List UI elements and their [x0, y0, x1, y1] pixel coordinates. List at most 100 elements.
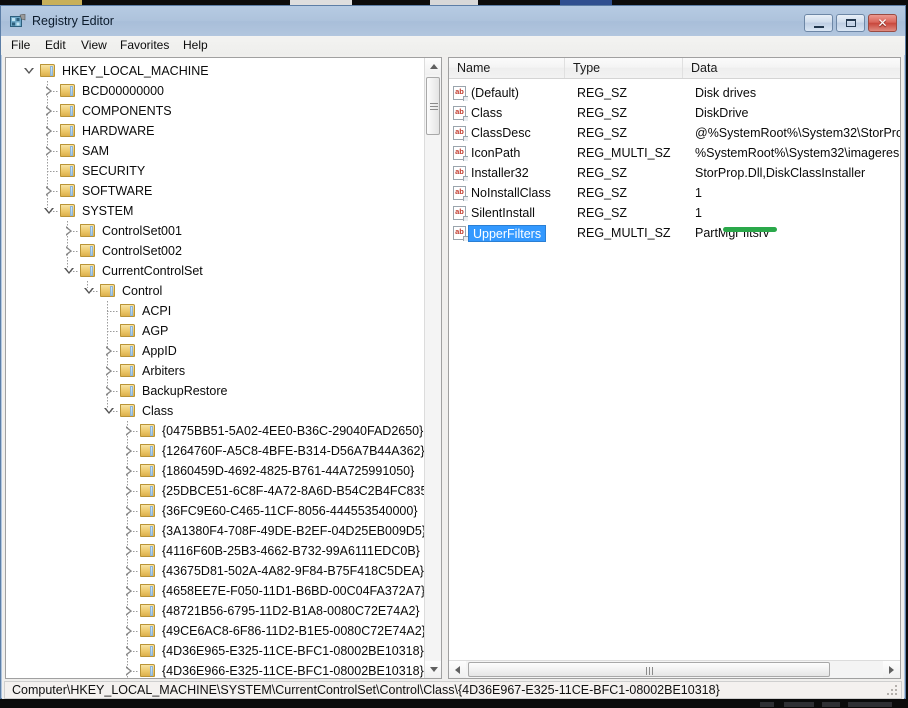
expand-triangle-icon[interactable] [104, 386, 114, 396]
expand-triangle-icon[interactable] [124, 546, 134, 556]
collapse-triangle-icon[interactable] [64, 266, 74, 276]
expand-triangle-icon[interactable] [124, 586, 134, 596]
tree-item-label: {36FC9E60-C465-11CF-8056-444553540000} [162, 504, 418, 518]
expand-triangle-icon[interactable] [44, 126, 54, 136]
list-scrollbar-thumb[interactable] [468, 662, 830, 677]
expand-triangle-icon[interactable] [44, 186, 54, 196]
registry-key-folder-icon [140, 544, 157, 558]
expand-triangle-icon[interactable] [124, 446, 134, 456]
tree-item-label: HARDWARE [82, 124, 155, 138]
value-type: REG_SZ [577, 206, 628, 220]
tree-scrollbar-thumb[interactable] [426, 77, 440, 135]
maximize-button[interactable] [836, 14, 865, 32]
expand-triangle-icon[interactable] [104, 346, 114, 356]
tree-item-label: {4116F60B-25B3-4662-B732-99A6111EDC0B} [162, 544, 420, 558]
value-data: PartMgr fltsrv [695, 226, 770, 240]
list-column-headers: Name Type Data [449, 58, 900, 79]
expand-triangle-icon[interactable] [124, 566, 134, 576]
expand-triangle-icon[interactable] [124, 666, 134, 676]
value-row[interactable]: ab IconPath REG_MULTI_SZ %SystemRoot%\Syste… [449, 143, 900, 163]
title-bar[interactable]: Registry Editor ✕ [1, 6, 905, 36]
registry-tree[interactable]: HKEY_LOCAL_MACHINE BCD00000000 COMPONENTS H… [6, 58, 424, 678]
value-type: REG_SZ [577, 166, 628, 180]
tree-item-label: {1860459D-4692-4825-B761-44A725991050} [162, 464, 415, 478]
expand-triangle-icon[interactable] [44, 106, 54, 116]
expand-triangle-icon[interactable] [124, 626, 134, 636]
column-header-data[interactable]: Data [683, 58, 900, 78]
collapse-triangle-icon[interactable] [24, 66, 34, 76]
registry-values-pane: Name Type Data ab (Default) REG_SZ Disk dri… [448, 57, 901, 679]
expand-triangle-icon[interactable] [64, 246, 74, 256]
window-title: Registry Editor [32, 14, 114, 28]
column-header-type[interactable]: Type [565, 58, 683, 78]
scroll-up-arrow-icon[interactable] [425, 58, 441, 75]
tree-item-label: Control [122, 284, 163, 298]
menu-edit[interactable]: Edit [39, 38, 72, 53]
scroll-right-arrow-icon[interactable] [883, 661, 900, 678]
tree-vertical-scrollbar[interactable] [424, 58, 441, 678]
collapse-triangle-icon[interactable] [104, 406, 114, 416]
tree-item-label: BCD00000000 [82, 84, 165, 98]
green-highlight-annotation [723, 227, 777, 232]
registry-key-folder-icon [140, 484, 157, 498]
expand-triangle-icon[interactable] [44, 86, 54, 96]
value-type: REG_MULTI_SZ [577, 226, 671, 240]
registry-key-folder-icon [120, 344, 137, 358]
menu-help[interactable]: Help [177, 38, 214, 53]
registry-key-folder-icon [140, 664, 157, 678]
column-header-name[interactable]: Name [449, 58, 565, 78]
value-type: REG_SZ [577, 106, 628, 120]
registry-key-folder-icon [140, 464, 157, 478]
menu-file[interactable]: File [5, 38, 36, 53]
tree-item-label: {43675D81-502A-4A82-9F84-B75F418C5DEA} [162, 564, 424, 578]
value-name: ClassDesc [471, 126, 531, 140]
close-button[interactable]: ✕ [868, 14, 897, 32]
collapse-triangle-icon[interactable] [84, 286, 94, 296]
value-type: REG_SZ [577, 186, 628, 200]
expand-triangle-icon[interactable] [124, 606, 134, 616]
value-row[interactable]: ab (Default) REG_SZ Disk drives [449, 83, 900, 103]
value-row[interactable]: ab NoInstallClass REG_SZ 1 [449, 183, 900, 203]
tree-item-label: AGP [142, 324, 169, 338]
thumb-grip-icon [646, 667, 654, 675]
expand-triangle-icon[interactable] [124, 486, 134, 496]
expand-triangle-icon[interactable] [124, 466, 134, 476]
value-row[interactable]: ab Installer32 REG_SZ StorProp.Dll,DiskClas… [449, 163, 900, 183]
tree-item-label: {3A1380F4-708F-49DE-B2EF-04D25EB009D5} [162, 524, 424, 538]
expand-triangle-icon[interactable] [124, 526, 134, 536]
tree-item-label: {48721B56-6795-11D2-B1A8-0080C72E74A2} [162, 604, 420, 618]
string-value-icon: ab [453, 226, 468, 241]
value-row[interactable]: ab ClassDesc REG_SZ @%SystemRoot%\System32\… [449, 123, 900, 143]
tree-item-label: CurrentControlSet [102, 264, 203, 278]
menu-view[interactable]: View [75, 38, 113, 53]
string-value-icon: ab [453, 206, 468, 221]
menu-bar: File Edit View Favorites Help [1, 36, 905, 55]
expand-triangle-icon[interactable] [124, 506, 134, 516]
scroll-down-arrow-icon[interactable] [425, 661, 441, 678]
resize-grip-icon[interactable] [887, 685, 898, 696]
status-path-field: Computer\HKEY_LOCAL_MACHINE\SYSTEM\Curre… [4, 681, 902, 699]
expand-triangle-icon[interactable] [64, 226, 74, 236]
value-data: DiskDrive [695, 106, 749, 120]
registry-key-folder-icon [80, 244, 97, 258]
registry-key-folder-icon [60, 144, 77, 158]
expand-triangle-icon[interactable] [124, 646, 134, 656]
registry-key-folder-icon [60, 84, 77, 98]
scroll-left-arrow-icon[interactable] [449, 661, 466, 678]
expand-triangle-icon[interactable] [44, 146, 54, 156]
minimize-button[interactable] [804, 14, 833, 32]
value-row[interactable]: ab UpperFilters REG_MULTI_SZ PartMgr fltsrv [449, 223, 900, 243]
value-type: REG_MULTI_SZ [577, 146, 671, 160]
value-row[interactable]: ab Class REG_SZ DiskDrive [449, 103, 900, 123]
registry-key-folder-icon [120, 304, 137, 318]
registry-values-list[interactable]: ab (Default) REG_SZ Disk drives ab Class REG_S… [449, 79, 900, 659]
list-horizontal-scrollbar[interactable] [449, 660, 900, 678]
value-row[interactable]: ab SilentInstall REG_SZ 1 [449, 203, 900, 223]
value-data: StorProp.Dll,DiskClassInstaller [695, 166, 866, 180]
menu-favorites[interactable]: Favorites [114, 38, 175, 53]
expand-triangle-icon[interactable] [104, 366, 114, 376]
expand-triangle-icon[interactable] [124, 426, 134, 436]
thumb-grip-icon [430, 103, 438, 110]
collapse-triangle-icon[interactable] [44, 206, 54, 216]
registry-key-folder-icon [60, 204, 77, 218]
